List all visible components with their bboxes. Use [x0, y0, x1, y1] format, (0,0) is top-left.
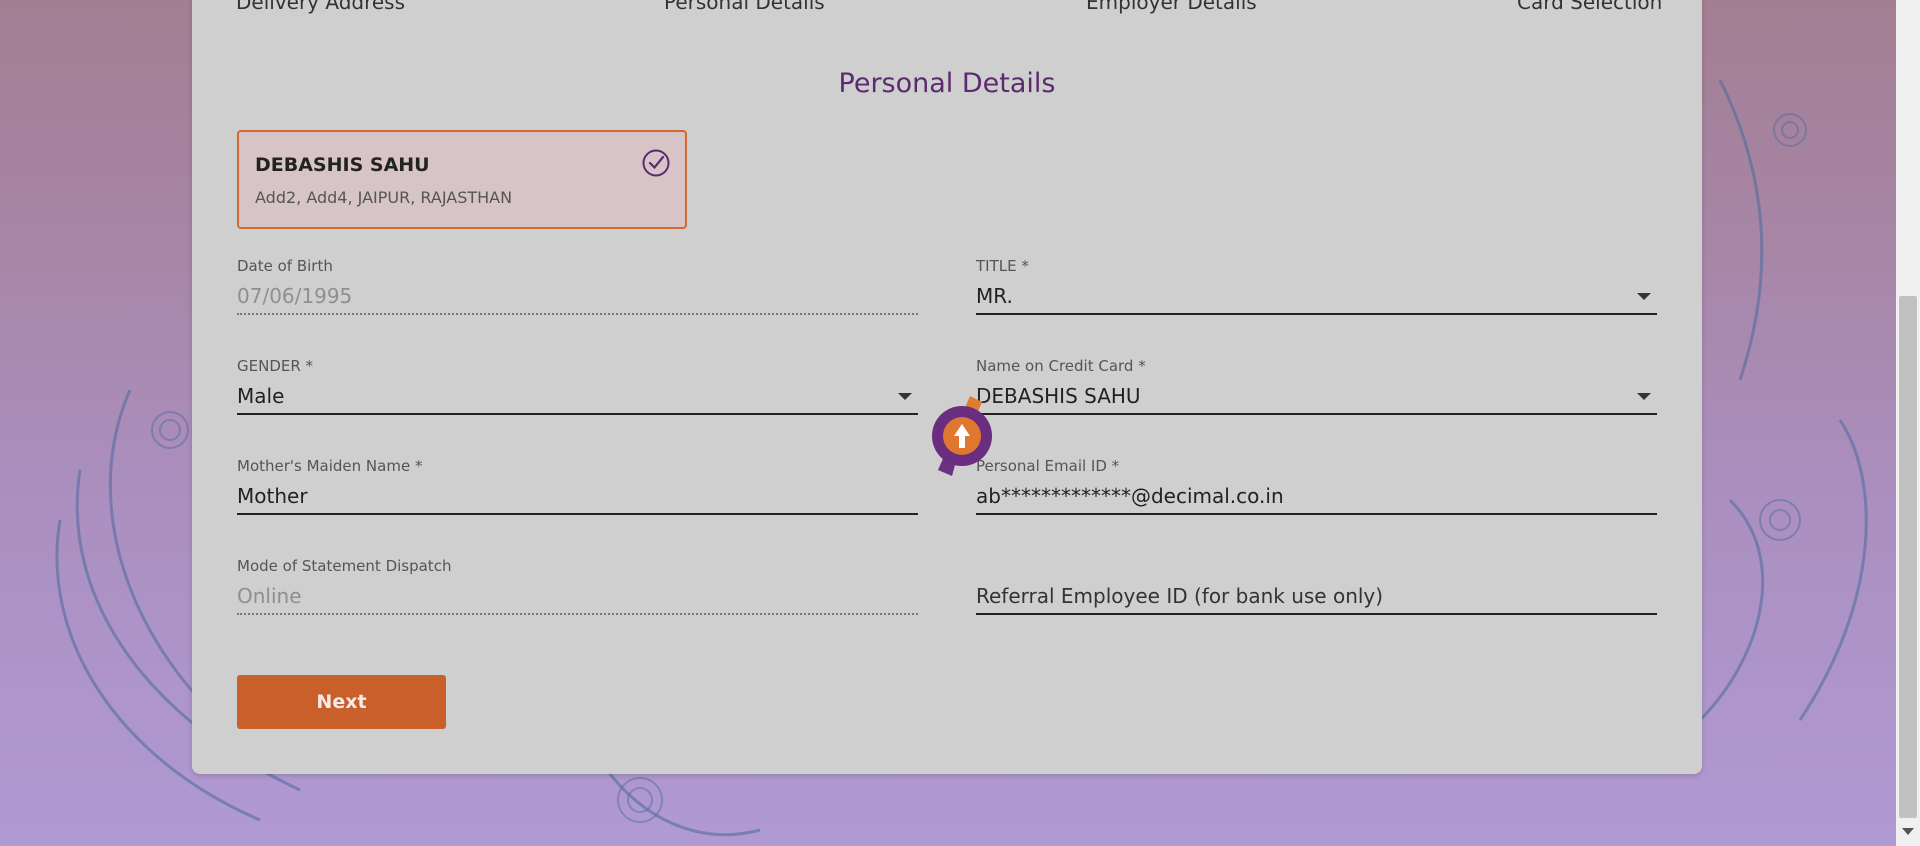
email-input[interactable]: ab*************@decimal.co.in [976, 477, 1657, 515]
step-personal-details[interactable]: Personal Details [664, 0, 825, 14]
referral-field[interactable]: Referral Employee ID (for bank use only) [976, 557, 1657, 615]
gender-select[interactable]: Male [237, 377, 918, 415]
address-line: Add2, Add4, JAIPUR, RAJASTHAN [255, 188, 513, 207]
chevron-down-icon[interactable] [898, 393, 912, 400]
mothers-maiden-name-label: Mother's Maiden Name * [237, 457, 423, 475]
page-scrollbar[interactable] [1896, 0, 1920, 846]
name-on-card-value: DEBASHIS SAHU [976, 384, 1141, 408]
title-select[interactable]: MR. [976, 277, 1657, 315]
gender-label: GENDER * [237, 357, 314, 375]
scroll-down-arrow-icon[interactable] [1902, 828, 1914, 835]
section-title: Personal Details [838, 68, 1056, 99]
gender-value: Male [237, 384, 285, 408]
name-on-card-label: Name on Credit Card * [976, 357, 1146, 375]
referral-input[interactable]: Referral Employee ID (for bank use only) [976, 577, 1657, 615]
statement-dispatch-label: Mode of Statement Dispatch [237, 557, 452, 575]
title-label: TITLE * [976, 257, 1029, 275]
title-value: MR. [976, 284, 1013, 308]
scrollbar-thumb[interactable] [1899, 296, 1917, 818]
dob-field: Date of Birth 07/06/1995 [237, 257, 918, 315]
next-button[interactable]: Next [237, 675, 446, 729]
step-employer-details[interactable]: Employer Details [1086, 0, 1257, 14]
dob-value: 07/06/1995 [237, 277, 918, 315]
mothers-maiden-name-field[interactable]: Mother's Maiden Name * Mother [237, 457, 918, 515]
name-on-card-select[interactable]: DEBASHIS SAHU [976, 377, 1657, 415]
form-card: Delivery Address Personal Details Employ… [192, 0, 1702, 774]
email-field[interactable]: Personal Email ID * ab*************@deci… [976, 457, 1657, 515]
stepper: Delivery Address Personal Details Employ… [192, 0, 1702, 14]
statement-dispatch-field: Mode of Statement Dispatch Online [237, 557, 918, 615]
chevron-down-icon[interactable] [1637, 293, 1651, 300]
name-on-card-field[interactable]: Name on Credit Card * DEBASHIS SAHU [976, 357, 1657, 415]
address-name: DEBASHIS SAHU [255, 154, 430, 176]
address-card[interactable]: DEBASHIS SAHU Add2, Add4, JAIPUR, RAJAST… [237, 130, 687, 229]
gender-field[interactable]: GENDER * Male [237, 357, 918, 415]
mothers-maiden-name-input[interactable]: Mother [237, 477, 918, 515]
chevron-down-icon[interactable] [1637, 393, 1651, 400]
dob-label: Date of Birth [237, 257, 333, 275]
badge-icon [932, 396, 992, 476]
check-circle-icon [642, 149, 670, 177]
email-label: Personal Email ID * [976, 457, 1120, 475]
step-card-selection[interactable]: Card Selection [1517, 0, 1662, 14]
step-delivery-address[interactable]: Delivery Address [236, 0, 405, 14]
title-field[interactable]: TITLE * MR. [976, 257, 1657, 315]
statement-dispatch-value: Online [237, 577, 918, 615]
